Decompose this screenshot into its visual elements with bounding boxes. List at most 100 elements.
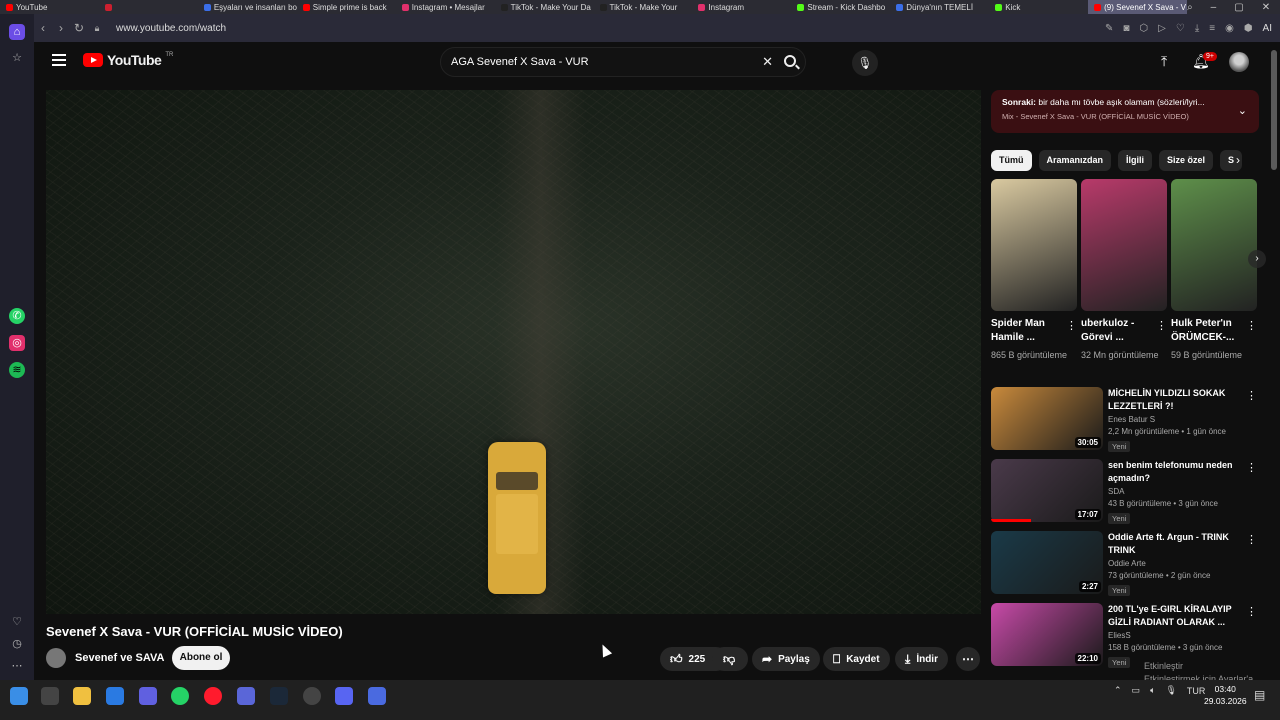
obs-icon[interactable] xyxy=(303,687,321,705)
shorts-next-icon[interactable]: › xyxy=(1248,250,1266,268)
video-player[interactable] xyxy=(46,90,981,614)
short-title[interactable]: uberkuloz - Görevi ... xyxy=(1081,317,1155,345)
short-thumbnail[interactable] xyxy=(1171,179,1257,311)
bookmark-heart-icon[interactable]: ♡ xyxy=(1176,23,1185,34)
edit-icon[interactable]: ✎ xyxy=(1105,23,1113,34)
mic-tray-icon[interactable]: 🎙︎ xyxy=(1165,685,1176,696)
browser-tab[interactable]: (9) Sevenef X Sava - V xyxy=(1088,0,1188,14)
youtube-logo[interactable]: YouTube TR xyxy=(83,52,173,68)
search-input[interactable]: AGA Sevenef X Sava - VUR ✕ xyxy=(440,47,806,77)
ai-button[interactable]: AI xyxy=(1263,23,1272,34)
filter-chip[interactable]: İlgili xyxy=(1118,150,1153,171)
star-icon[interactable]: ☆ xyxy=(9,50,25,66)
filter-chip[interactable]: Tümü xyxy=(991,150,1032,171)
url-field[interactable]: www.youtube.com/watch xyxy=(116,23,226,34)
up-next-panel[interactable]: Sonraki: bir daha mı tövbe aşık olamam (… xyxy=(991,90,1259,133)
forward-icon[interactable]: › xyxy=(52,21,70,35)
file-explorer-icon[interactable] xyxy=(73,687,91,705)
history-icon[interactable]: ◷ xyxy=(9,636,25,652)
video-item-title[interactable]: 200 TL'ye E-GIRL KİRALAYIP GİZLİ RADIANT… xyxy=(1108,603,1248,629)
dislike-button[interactable]: 👎︎ xyxy=(712,647,748,671)
video-item-title[interactable]: sen benim telefonumu neden açmadın? xyxy=(1108,459,1248,485)
browser-tab[interactable]: TikTok - Make Your Da xyxy=(495,0,594,14)
teams-icon[interactable] xyxy=(237,687,255,705)
notification-center-icon[interactable]: ▤ xyxy=(1254,688,1265,702)
app-icon[interactable] xyxy=(368,687,386,705)
video-item-channel[interactable]: Enes Batur S xyxy=(1108,415,1248,424)
upload-icon[interactable]: ⤒ xyxy=(1161,53,1167,70)
more-icon[interactable]: ⋯ xyxy=(9,658,25,674)
reload-icon[interactable]: ↻ xyxy=(70,21,88,35)
account-avatar[interactable] xyxy=(1229,52,1249,72)
play-icon[interactable]: ▷ xyxy=(1158,23,1166,34)
close-window-icon[interactable]: ✕ xyxy=(1262,2,1270,13)
video-item-title[interactable]: MİCHELİN YILDIZLI SOKAK LEZZETLERİ ?! xyxy=(1108,387,1248,413)
task-view-icon[interactable] xyxy=(41,687,59,705)
video-item-channel[interactable]: Oddie Arte xyxy=(1108,559,1248,568)
video-item-title[interactable]: Oddie Arte ft. Argun - TRINK TRINK xyxy=(1108,531,1248,557)
input-language[interactable]: TUR xyxy=(1187,686,1206,696)
opera-icon[interactable] xyxy=(204,687,222,705)
copilot-icon[interactable] xyxy=(106,687,124,705)
more-vert-icon[interactable]: ⋮ xyxy=(1246,461,1257,474)
video-item-channel[interactable]: SDA xyxy=(1108,487,1248,496)
extensions-icon[interactable]: ⬢ xyxy=(1244,23,1253,34)
whatsapp-icon[interactable]: ✆ xyxy=(9,308,25,324)
search-icon[interactable] xyxy=(784,55,796,67)
whatsapp-taskbar-icon[interactable] xyxy=(171,687,189,705)
browser-tab[interactable]: TikTok - Make Your xyxy=(594,0,693,14)
heart-icon[interactable]: ♡ xyxy=(9,614,25,630)
profile-icon[interactable]: ◉ xyxy=(1225,23,1234,34)
more-vert-icon[interactable]: ⋮ xyxy=(1246,533,1257,546)
windows-start-icon[interactable] xyxy=(10,687,28,705)
subscribe-button[interactable]: Abone ol xyxy=(172,646,230,670)
more-vert-icon[interactable]: ⋮ xyxy=(1246,605,1257,618)
discord-icon[interactable] xyxy=(335,687,353,705)
taskbar-clock[interactable]: 03:40 29.03.2026 xyxy=(1204,683,1247,707)
more-vert-icon[interactable]: ⋮ xyxy=(1246,389,1257,402)
back-icon[interactable]: ‹ xyxy=(34,21,52,35)
voice-search-mic-icon[interactable]: 🎙︎ xyxy=(852,50,878,76)
search-tabs-icon[interactable]: ⌕ xyxy=(1187,2,1193,13)
chevron-right-icon[interactable]: › xyxy=(1236,153,1240,167)
browser-tab[interactable]: Instagram xyxy=(692,0,791,14)
short-thumbnail[interactable] xyxy=(1081,179,1167,311)
menu-icon[interactable]: ≡ xyxy=(1209,23,1215,34)
spotify-icon[interactable]: ≋ xyxy=(9,362,25,378)
recommended-video[interactable]: 2:27 Oddie Arte ft. Argun - TRINK TRINK Od… xyxy=(991,531,1259,596)
more-actions-button[interactable]: ⋯ xyxy=(956,647,980,671)
browser-tab[interactable]: YouTube xyxy=(0,0,99,14)
steam-icon[interactable] xyxy=(270,687,288,705)
home-icon[interactable]: ⌂ xyxy=(9,24,25,40)
filter-chip[interactable]: Size özel xyxy=(1159,150,1214,171)
browser-tab[interactable]: Kick xyxy=(989,0,1088,14)
short-item[interactable]: Hulk Peter'ın ÖRÜMCEK-... 59 B görüntülem… xyxy=(1171,179,1257,362)
minimize-icon[interactable]: – xyxy=(1211,2,1217,13)
short-thumbnail[interactable] xyxy=(991,179,1077,311)
browser-tab[interactable]: Instagram • Mesajlar xyxy=(396,0,495,14)
video-item-channel[interactable]: EliesS xyxy=(1108,631,1248,640)
network-icon[interactable]: ▭ xyxy=(1132,685,1141,696)
store-icon[interactable] xyxy=(139,687,157,705)
chevron-down-icon[interactable]: ⌄ xyxy=(1238,104,1247,117)
volume-icon[interactable]: 🔈︎ xyxy=(1150,685,1155,696)
channel-name[interactable]: Sevenef ve SAVA xyxy=(75,652,164,664)
recommended-video[interactable]: 22:10 200 TL'ye E-GIRL KİRALAYIP GİZLİ RA… xyxy=(991,603,1259,668)
more-vert-icon[interactable]: ⋮ xyxy=(1156,319,1167,332)
page-scrollbar[interactable] xyxy=(1271,50,1277,170)
camera-icon[interactable]: ◙ xyxy=(1123,23,1129,34)
share-button[interactable]: ➦ Paylaş xyxy=(752,647,820,671)
tray-chevron-icon[interactable]: ⌃ xyxy=(1114,685,1122,696)
more-vert-icon[interactable]: ⋮ xyxy=(1066,319,1077,332)
short-title[interactable]: Spider Man Hamile ... xyxy=(991,317,1065,345)
maximize-icon[interactable]: ▢ xyxy=(1234,2,1243,13)
save-button[interactable]: ⎕ Kaydet xyxy=(823,647,890,671)
recommended-video[interactable]: 17:07 sen benim telefonumu neden açmadın?… xyxy=(991,459,1259,524)
short-item[interactable]: Spider Man Hamile ... 865 B görüntüleme ⋮ xyxy=(991,179,1077,362)
browser-tab[interactable]: Dünya'nın TEMELİ xyxy=(890,0,989,14)
browser-tab[interactable]: Stream - Kick Dashbo xyxy=(791,0,890,14)
channel-avatar[interactable] xyxy=(46,648,66,668)
shield-icon[interactable]: ⬡ xyxy=(1139,23,1148,34)
download-button[interactable]: ⤓ İndir xyxy=(895,647,948,671)
short-title[interactable]: Hulk Peter'ın ÖRÜMCEK-... xyxy=(1171,317,1245,345)
